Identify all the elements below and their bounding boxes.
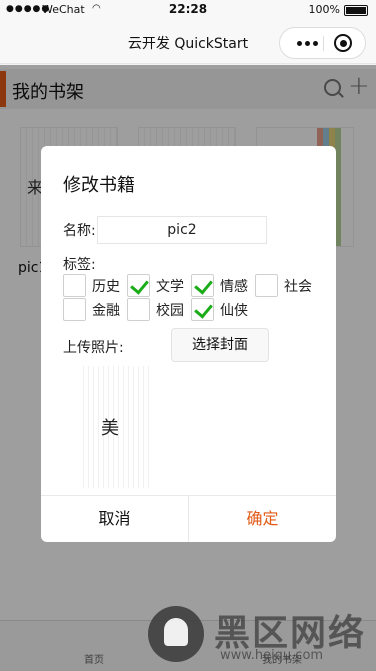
cover-art-text: 美: [101, 418, 119, 439]
watermark-logo-icon: [148, 606, 204, 662]
miniprogram-capsule: [279, 27, 366, 59]
checkbox[interactable]: [255, 274, 278, 297]
watermark-site: www.heiqu.com: [220, 648, 324, 663]
checkbox-checked[interactable]: [191, 274, 214, 297]
name-input[interactable]: [97, 216, 267, 244]
nav-bar: 云开发 QuickStart: [0, 20, 376, 64]
battery-percent: 100%: [308, 3, 340, 16]
checkbox[interactable]: [63, 274, 86, 297]
tag-label: 社会: [284, 279, 312, 295]
status-bar: ●●●●● WeChat ◠ 22:28 100%: [0, 0, 376, 20]
tags-label: 标签:: [63, 257, 96, 273]
close-icon[interactable]: [334, 34, 352, 52]
tag-label: 金融: [92, 303, 120, 319]
upload-label: 上传照片:: [63, 340, 124, 356]
tag-label: 文学: [156, 279, 184, 295]
dialog-title: 修改书籍: [63, 175, 135, 196]
tag-label: 校园: [156, 303, 184, 319]
tag-label: 历史: [92, 279, 120, 295]
tag-label: 仙侠: [220, 303, 248, 319]
checkbox[interactable]: [127, 298, 150, 321]
dialog-footer: 取消 确定: [41, 495, 336, 542]
tag-label: 情感: [220, 279, 248, 295]
capsule-divider: [323, 36, 324, 51]
watermark: 黑区网络 www.heiqu.com: [144, 600, 376, 671]
cancel-button[interactable]: 取消: [41, 496, 188, 542]
more-icon[interactable]: [290, 34, 324, 52]
checkbox-checked[interactable]: [127, 274, 150, 297]
edit-book-dialog: 修改书籍 名称: 标签: 历史 文学 情感 社会 金融 校园 仙侠 上传照片: …: [41, 146, 336, 542]
name-label: 名称:: [63, 223, 96, 239]
confirm-button[interactable]: 确定: [189, 496, 336, 542]
battery-icon: [344, 5, 368, 16]
choose-cover-button[interactable]: 选择封面: [171, 328, 269, 362]
checkbox[interactable]: [63, 298, 86, 321]
cover-preview: 美: [79, 366, 149, 488]
checkbox-checked[interactable]: [191, 298, 214, 321]
